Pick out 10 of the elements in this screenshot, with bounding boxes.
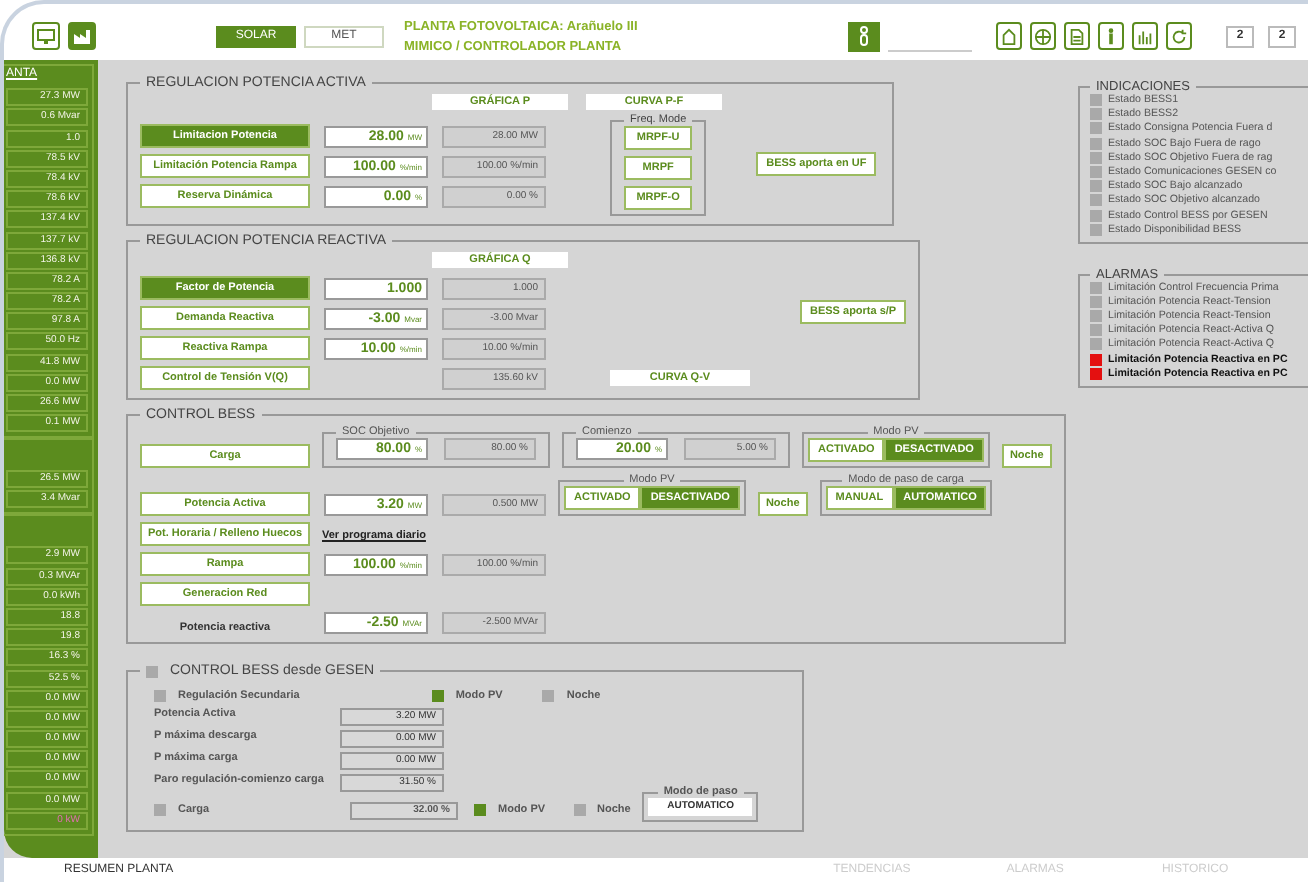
document-icon[interactable]: [1064, 22, 1090, 50]
factory-icon[interactable]: [68, 22, 96, 50]
home-icon[interactable]: [996, 22, 1022, 50]
refresh-icon[interactable]: [1166, 22, 1192, 50]
monitor-icon[interactable]: [32, 22, 60, 50]
globe-icon[interactable]: [1030, 22, 1056, 50]
bar-chart-icon[interactable]: [1132, 22, 1158, 50]
person-icon: [858, 26, 870, 46]
user-button[interactable]: [848, 21, 880, 51]
info-icon[interactable]: [1098, 22, 1124, 50]
